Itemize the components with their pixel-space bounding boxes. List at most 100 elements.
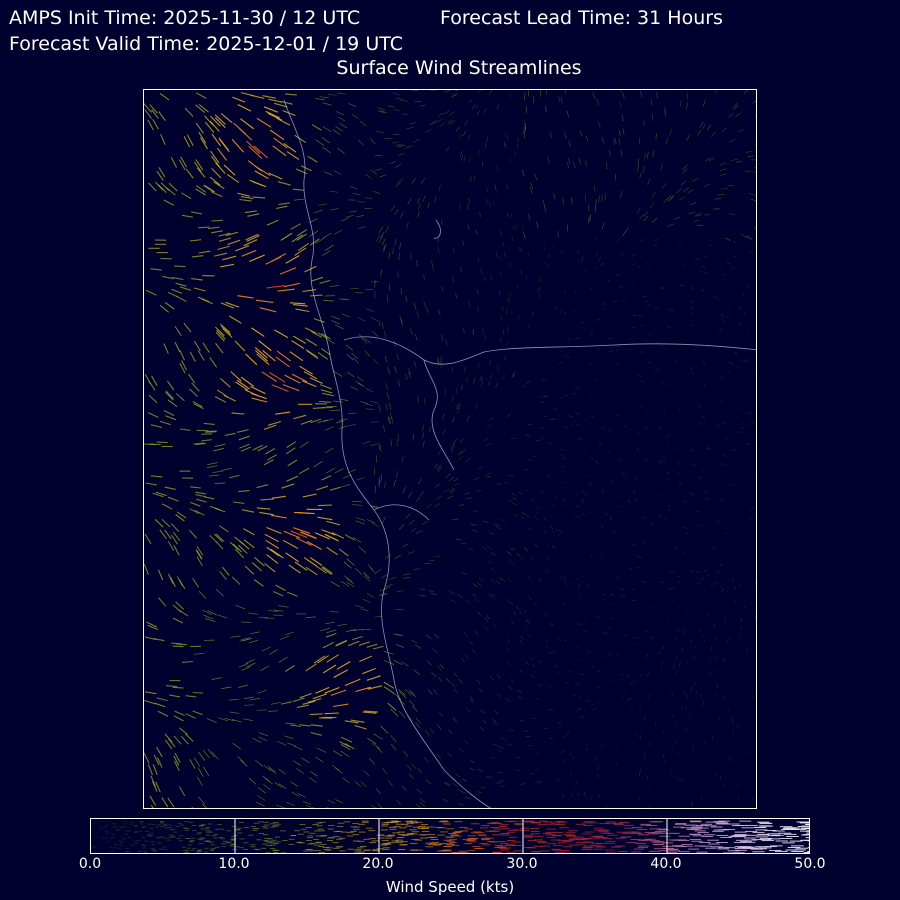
streamline-segment xyxy=(360,608,369,612)
streamline-segment xyxy=(631,543,636,546)
streamline-segment xyxy=(749,193,756,196)
streamline-segment xyxy=(490,373,493,379)
streamline-segment xyxy=(429,728,435,734)
streamline-segment xyxy=(704,741,707,746)
streamline-segment xyxy=(480,381,484,388)
streamline-segment xyxy=(280,232,293,241)
streamline-segment xyxy=(465,458,471,463)
streamline-segment xyxy=(615,344,620,347)
streamline-segment xyxy=(335,126,343,132)
streamline-segment xyxy=(318,203,328,206)
streamline-segment xyxy=(702,701,705,706)
streamline-segment xyxy=(346,578,355,585)
streamline-segment xyxy=(465,707,471,713)
streamline-segment xyxy=(506,212,509,218)
streamline-segment xyxy=(213,181,225,190)
streamline-segment xyxy=(729,757,732,762)
streamline-segment xyxy=(447,752,453,758)
streamline-segment xyxy=(635,566,640,569)
streamline-segment xyxy=(252,196,266,199)
streamline-segment xyxy=(510,620,515,625)
streamline-segment xyxy=(464,654,469,660)
streamline-segment xyxy=(468,548,474,551)
streamline-segment xyxy=(617,747,619,752)
streamline-segment xyxy=(413,669,420,675)
streamline-segment xyxy=(386,391,390,400)
streamline-segment xyxy=(700,703,702,708)
streamline-segment xyxy=(239,198,252,202)
streamline-segment xyxy=(477,611,482,616)
streamline-segment xyxy=(322,126,332,132)
streamline-segment xyxy=(596,773,599,778)
colorbar xyxy=(90,818,810,854)
streamline-segment xyxy=(620,588,625,591)
streamline-segment xyxy=(474,630,479,636)
streamline-segment xyxy=(292,760,301,766)
streamline-segment xyxy=(215,589,224,597)
streamline-segment xyxy=(440,334,444,341)
streamline-segment xyxy=(152,764,158,776)
streamline-segment xyxy=(331,532,345,539)
wind-streamlines xyxy=(144,90,756,808)
streamline-segment xyxy=(349,186,358,190)
streamline-segment xyxy=(471,593,477,598)
streamline-segment xyxy=(415,644,422,649)
streamline-segment xyxy=(191,211,203,215)
streamline-segment xyxy=(666,476,671,481)
streamline-segment xyxy=(253,579,264,587)
streamline-segment xyxy=(643,715,646,720)
streamline-segment xyxy=(594,756,597,761)
streamline-segment xyxy=(490,578,496,583)
streamline-segment xyxy=(740,431,745,434)
streamline-segment xyxy=(721,587,725,592)
streamline-segment xyxy=(563,426,568,429)
streamline-segment xyxy=(688,713,691,718)
streamline-segment xyxy=(507,661,512,666)
colorbar-tick-3: 30.0 xyxy=(506,856,538,872)
streamline-segment xyxy=(375,787,381,795)
streamline-segment xyxy=(357,376,365,382)
streamline-segment xyxy=(231,576,241,585)
streamline-segment xyxy=(706,124,712,131)
streamline-segment xyxy=(619,672,624,676)
streamline-segment xyxy=(683,631,686,636)
streamline-segment xyxy=(447,495,454,499)
streamline-segment xyxy=(722,454,727,457)
streamline-segment xyxy=(578,157,582,165)
streamline-segment xyxy=(455,404,459,410)
streamline-segment xyxy=(286,151,300,161)
streamline-segment xyxy=(495,364,499,370)
streamline-segment xyxy=(565,732,570,735)
streamline-segment xyxy=(217,245,230,251)
streamline-segment xyxy=(395,799,402,805)
streamline-segment xyxy=(502,374,506,380)
streamline-segment xyxy=(630,461,634,466)
streamline-segment xyxy=(654,238,659,242)
streamline-segment xyxy=(222,566,230,576)
streamline-segment xyxy=(313,209,323,214)
streamline-segment xyxy=(525,514,530,518)
streamline-segment xyxy=(459,438,464,444)
streamline-segment xyxy=(519,669,524,674)
streamline-segment xyxy=(368,757,376,765)
streamline-segment xyxy=(741,293,746,297)
streamline-segment xyxy=(533,602,538,606)
streamline-segment xyxy=(606,574,611,578)
streamline-segment xyxy=(745,647,748,652)
streamline-segment xyxy=(459,150,463,157)
streamline-segment xyxy=(455,773,461,778)
streamline-segment xyxy=(477,466,483,470)
streamline-segment xyxy=(254,556,265,567)
streamline-segment xyxy=(502,329,505,335)
streamline-segment xyxy=(352,193,361,196)
streamline-segment xyxy=(432,648,438,654)
streamline-segment xyxy=(590,433,595,437)
streamline-segment xyxy=(469,698,475,704)
streamline-segment xyxy=(524,661,529,665)
streamline-segment xyxy=(538,287,540,293)
streamline-segment xyxy=(191,382,200,392)
streamline-segment xyxy=(543,205,547,213)
streamline-segment xyxy=(456,387,458,394)
streamline-segment xyxy=(198,250,211,254)
streamline-segment xyxy=(241,249,257,257)
